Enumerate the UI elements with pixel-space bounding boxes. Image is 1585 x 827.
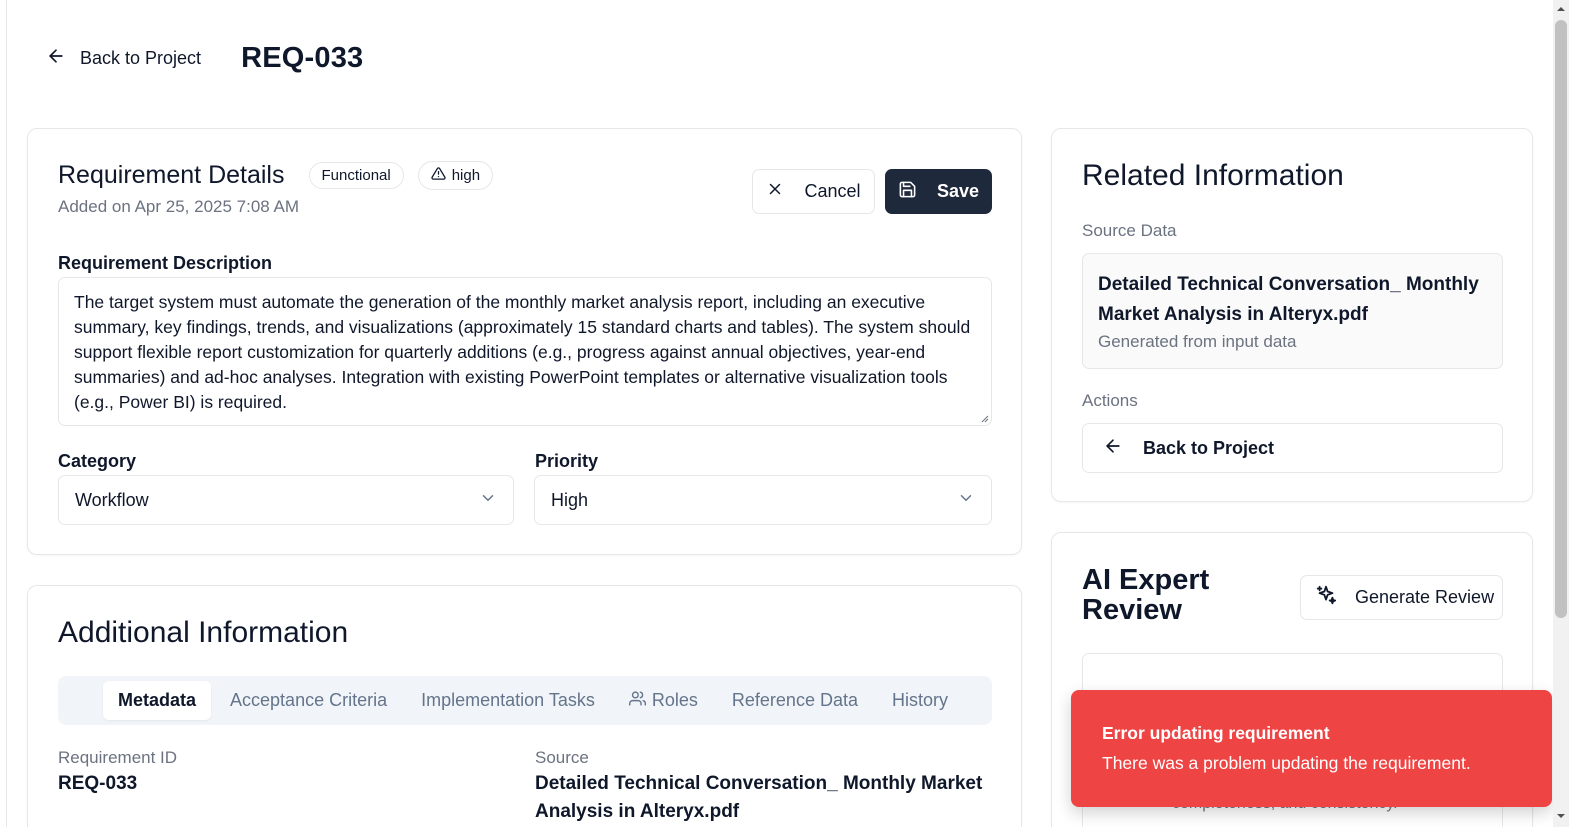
back-to-project-button-label: Back to Project — [1143, 437, 1275, 458]
arrow-left-icon — [46, 46, 66, 71]
details-header: Requirement Details Functional high — [58, 161, 494, 190]
added-on-timestamp: Added on Apr 25, 2025 7:08 AM — [58, 197, 300, 216]
tab-label: History — [891, 690, 948, 710]
tab-label: Implementation Tasks — [421, 690, 595, 710]
priority-badge-label: high — [451, 167, 481, 184]
save-icon — [898, 180, 917, 204]
tab-reference-data[interactable]: Reference Data — [717, 681, 873, 720]
related-information-card: Related Information Source Data Detailed… — [1051, 128, 1533, 502]
tab-label: Metadata — [118, 690, 197, 710]
additional-info-title: Additional Information — [58, 616, 349, 649]
scroll-down-arrow-icon[interactable] — [1556, 811, 1566, 821]
requirement-details-card: Requirement Details Functional high Adde… — [27, 128, 1022, 555]
source-value: Detailed Technical Conversation_ Monthly… — [535, 773, 983, 822]
tab-list: Metadata Acceptance Criteria Implementat… — [58, 676, 992, 725]
scrollbar-thumb[interactable] — [1555, 20, 1567, 618]
source-data-label: Source Data — [1082, 221, 1177, 240]
category-badge: Functional — [308, 162, 404, 189]
category-badge-label: Functional — [321, 167, 391, 184]
actions-label: Actions — [1082, 391, 1138, 410]
tab-roles[interactable]: Roles — [614, 681, 713, 721]
source-data-box: Detailed Technical Conversation_ Monthly… — [1082, 253, 1503, 369]
save-button[interactable]: Save — [885, 169, 992, 214]
tab-implementation-tasks[interactable]: Implementation Tasks — [406, 681, 610, 720]
category-label: Category — [58, 451, 137, 471]
priority-select-value: High — [551, 489, 589, 510]
cancel-label: Cancel — [804, 181, 861, 201]
related-info-title: Related Information — [1082, 159, 1344, 192]
back-to-project-link[interactable]: Back to Project — [40, 42, 207, 75]
cancel-button[interactable]: Cancel — [752, 169, 875, 214]
requirement-id-value: REQ-033 — [58, 773, 138, 794]
source-file-name: Detailed Technical Conversation_ Monthly… — [1098, 274, 1479, 325]
close-icon — [766, 180, 784, 203]
sparkles-icon — [1315, 584, 1337, 611]
generate-review-button[interactable]: Generate Review — [1300, 575, 1503, 620]
ai-review-title: AI Expert Review — [1082, 564, 1210, 626]
category-select-value: Workflow — [75, 489, 149, 510]
chevron-down-icon — [957, 489, 975, 512]
source-file-subtitle: Generated from input data — [1098, 332, 1297, 351]
source-label: Source — [535, 748, 589, 767]
back-to-project-label: Back to Project — [80, 48, 202, 68]
requirement-id-label: Requirement ID — [58, 748, 178, 767]
priority-select[interactable]: High — [534, 475, 992, 525]
generate-review-label: Generate Review — [1355, 587, 1495, 607]
description-label: Requirement Description — [58, 253, 273, 273]
tab-label: Reference Data — [731, 690, 858, 710]
tab-metadata[interactable]: Metadata — [103, 681, 212, 720]
details-title: Requirement Details — [58, 161, 285, 189]
alert-triangle-icon — [431, 166, 446, 185]
vertical-scrollbar[interactable] — [1553, 0, 1569, 827]
arrow-left-icon — [1103, 436, 1123, 461]
error-toast[interactable]: Error updating requirement There was a p… — [1071, 690, 1552, 807]
description-text: The target system must automate the gene… — [74, 292, 971, 412]
resize-handle-icon[interactable] — [979, 413, 989, 423]
back-to-project-button[interactable]: Back to Project — [1082, 423, 1503, 473]
tab-label: Roles — [651, 690, 698, 710]
toast-title: Error updating requirement — [1102, 723, 1330, 743]
left-edge-divider — [0, 0, 7, 827]
category-select[interactable]: Workflow — [58, 475, 514, 525]
tab-label: Acceptance Criteria — [230, 690, 388, 710]
users-icon — [628, 690, 646, 712]
page-header: Back to Project REQ-033 — [40, 42, 363, 75]
scroll-up-arrow-icon[interactable] — [1556, 4, 1566, 14]
tab-history[interactable]: History — [877, 681, 963, 720]
priority-badge: high — [417, 161, 494, 190]
description-textarea[interactable]: The target system must automate the gene… — [58, 277, 992, 426]
tab-acceptance-criteria[interactable]: Acceptance Criteria — [215, 681, 402, 720]
page-title: REQ-033 — [241, 42, 364, 74]
priority-label: Priority — [535, 451, 599, 471]
chevron-down-icon — [479, 489, 497, 512]
toast-message: There was a problem updating the require… — [1102, 753, 1471, 773]
additional-information-card: Additional Information Metadata Acceptan… — [27, 585, 1022, 827]
save-label: Save — [936, 181, 980, 201]
